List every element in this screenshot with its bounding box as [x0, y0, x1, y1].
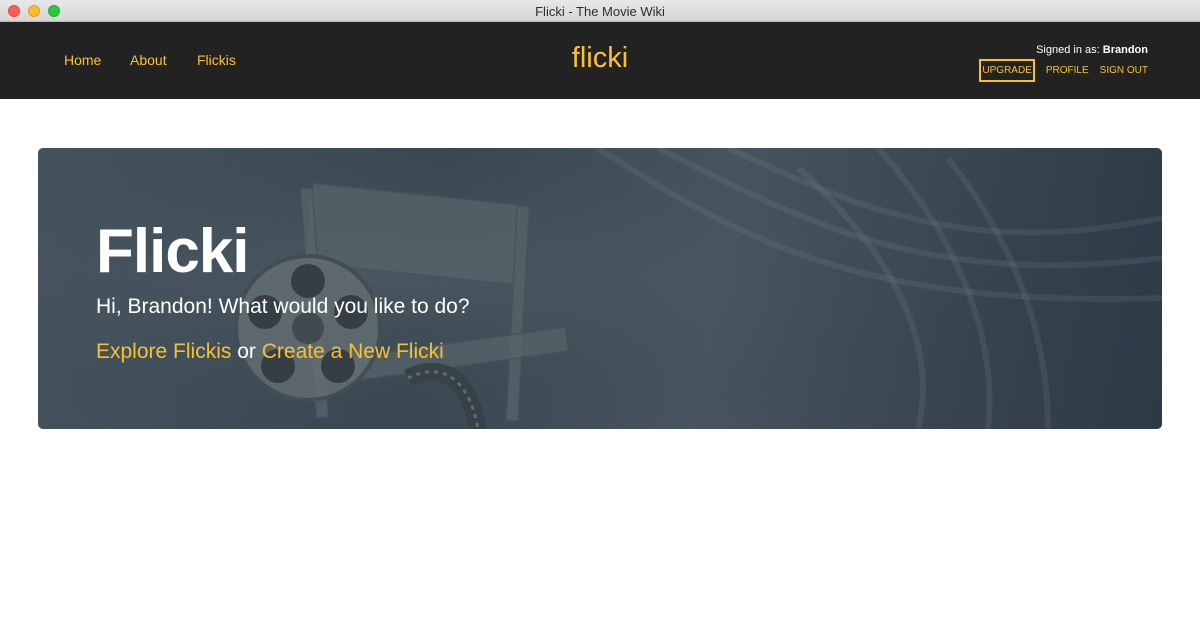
user-area: Signed in as: Brandon UPGRADE PROFILE SI…	[979, 44, 1148, 82]
navbar: Home About Flickis flicki Signed in as: …	[0, 22, 1200, 99]
window-title: Flicki - The Movie Wiki	[535, 4, 665, 19]
sign-out-link[interactable]: SIGN OUT	[1100, 65, 1148, 76]
hero-title: Flicki	[96, 217, 250, 286]
hero-actions: Explore Flickis or Create a New Flicki	[96, 340, 444, 364]
hero-banner: Flicki Hi, Brandon! What would you like …	[38, 148, 1162, 429]
create-flicki-link[interactable]: Create a New Flicki	[262, 340, 444, 363]
upgrade-button[interactable]: UPGRADE	[979, 59, 1035, 82]
explore-flickis-link[interactable]: Explore Flickis	[96, 340, 231, 363]
username: Brandon	[1102, 44, 1148, 56]
or-text: or	[237, 340, 256, 363]
hero-greeting: Hi, Brandon! What would you like to do?	[96, 295, 470, 318]
user-actions: UPGRADE PROFILE SIGN OUT	[979, 59, 1148, 82]
signed-in-label: Signed in as:	[1036, 44, 1100, 56]
profile-link[interactable]: PROFILE	[1046, 65, 1089, 76]
director-chair-film-reel-image	[38, 148, 1162, 429]
window-titlebar: Flicki - The Movie Wiki	[0, 0, 1200, 22]
signed-in-status: Signed in as: Brandon	[979, 44, 1148, 56]
